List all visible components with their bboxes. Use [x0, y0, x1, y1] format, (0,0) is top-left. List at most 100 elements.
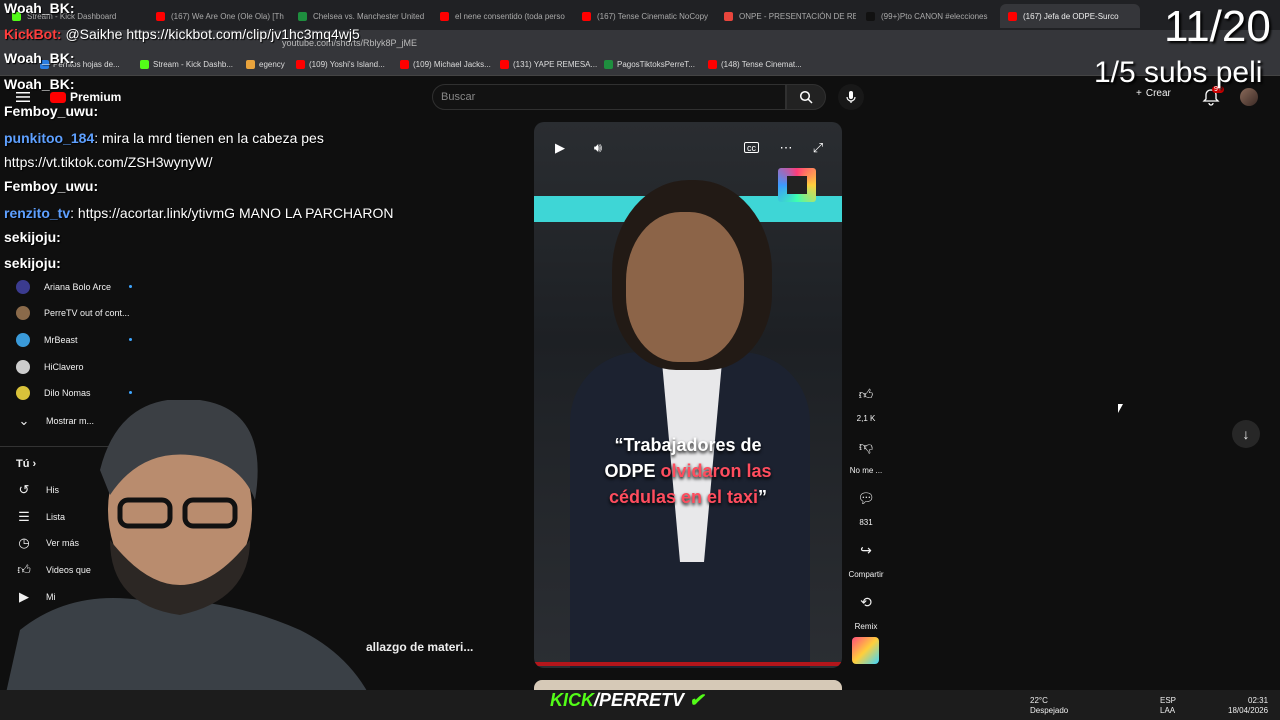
bookmark-item[interactable]: (148) Tense Cinemat...	[708, 60, 802, 69]
like-button[interactable]: 👍︎ 2,1 K	[846, 380, 886, 424]
channel-avatar	[16, 280, 30, 294]
sidebar-item-mrbeast[interactable]: MrBeast	[16, 333, 78, 347]
browser-tab[interactable]: (167) Tense Cinematic NoCopy	[574, 4, 714, 28]
language-indicator[interactable]: ESP LAA	[1160, 696, 1176, 716]
browser-tab[interactable]: (167) Jefa de ODPE-Surco	[1000, 4, 1140, 28]
browser-tab[interactable]: ONPE - PRESENTACIÓN DE RE	[716, 4, 856, 28]
voice-search-button[interactable]	[838, 84, 864, 110]
bookmark-item[interactable]: PagosTiktoksPerreT...	[604, 60, 695, 69]
bookmark-favicon	[246, 60, 255, 69]
video-progress-bar[interactable]	[534, 662, 842, 666]
comments-button[interactable]: 💬︎ 831	[846, 484, 886, 528]
channel-watermark	[778, 168, 816, 202]
audio-thumbnail[interactable]	[852, 637, 879, 664]
video-title-snippet[interactable]: allazgo de materi...	[366, 640, 473, 654]
bookmark-favicon	[296, 60, 305, 69]
kick-logo-text: KICK	[550, 690, 594, 710]
chat-message: Woah_BK:	[4, 0, 75, 16]
subs-goal-overlay: 1/5 subs peli	[1094, 56, 1263, 89]
video-person-face	[626, 212, 744, 362]
tab-favicon	[582, 11, 591, 21]
bookmark-item[interactable]: (109) Michael Jacks...	[400, 60, 491, 69]
channel-avatar	[16, 360, 30, 374]
chat-username: sekijoju:	[4, 229, 61, 245]
system-clock[interactable]: 02:31 18/04/2026	[1228, 696, 1268, 716]
chat-text: @Saikhe https://kickbot.com/clip/jv1hc3m…	[61, 26, 360, 42]
tab-favicon	[440, 11, 449, 21]
search-button[interactable]	[786, 84, 826, 110]
weather-status: Despejado	[1030, 706, 1069, 715]
bookmark-item[interactable]: (131) YAPE REMESA...	[500, 60, 597, 69]
tab-label: Chelsea vs. Manchester United	[313, 11, 425, 21]
arrow-down-icon: ↓	[1242, 426, 1250, 442]
chat-message: https://vt.tiktok.com/ZSH3wynyW/	[4, 154, 213, 170]
sidebar-item-ariana[interactable]: Ariana Bolo Arce	[16, 280, 111, 294]
sidebar-item-dilo-nomas[interactable]: Dilo Nomas	[16, 386, 91, 400]
bookmark-label: PagosTiktoksPerreT...	[617, 60, 695, 69]
chat-username: sekijoju:	[4, 255, 61, 271]
clock-time: 02:31	[1248, 696, 1269, 705]
captions-icon[interactable]: cc	[744, 142, 759, 153]
youtube-play-icon	[50, 91, 66, 103]
lang-code: ESP	[1160, 696, 1177, 705]
sidebar-item-label: Ariana Bolo Arce	[44, 282, 112, 292]
url-field[interactable]: youtube.com/shorts/Rblyk8P_jME	[282, 34, 982, 52]
bookmark-favicon	[604, 60, 613, 69]
caption-highlight: olvidaron las	[660, 461, 772, 481]
tab-favicon	[156, 11, 165, 21]
caption-line: “Trabajadores de	[614, 435, 762, 455]
bookmark-item[interactable]: (109) Yoshi's Island...	[296, 60, 385, 69]
chat-text: https://vt.tiktok.com/ZSH3wynyW/	[4, 154, 213, 170]
new-content-dot	[129, 338, 132, 341]
clock-date: 18/04/2026	[1228, 706, 1269, 715]
chat-text: : https://acortar.link/ytivmG MANO LA PA…	[70, 205, 394, 221]
tab-favicon	[866, 11, 875, 21]
dislike-button[interactable]: 👎︎ No me ...	[846, 432, 886, 476]
remix-button[interactable]: ⟲ Remix	[846, 588, 886, 632]
bookmark-item[interactable]: egency	[246, 60, 285, 69]
share-button[interactable]: ↪ Compartir	[846, 536, 886, 580]
chat-message: Femboy_uwu:	[4, 103, 98, 119]
weather-widget[interactable]: 22°C Despejado	[1030, 696, 1068, 716]
sidebar-item-label: HiClavero	[44, 362, 84, 372]
youtube-logo[interactable]: Premium	[50, 90, 121, 104]
sidebar-item-label: PerreTV out of cont...	[44, 308, 130, 318]
video-caption: “Trabajadores de ODPE olvidaron las cédu…	[564, 432, 812, 510]
next-video-button[interactable]: ↓	[1232, 420, 1260, 448]
chat-message: punkitoo_184: mira la mrd tienen en la c…	[4, 130, 324, 146]
channel-name: /PERRETV	[594, 690, 685, 710]
fullscreen-icon[interactable]: ⤢	[808, 138, 828, 158]
browser-tab[interactable]: Chelsea vs. Manchester United	[290, 4, 430, 28]
channel-avatar	[16, 386, 30, 400]
sidebar-item-hiclavero[interactable]: HiClavero	[16, 360, 84, 374]
bookmark-favicon	[500, 60, 509, 69]
shorts-video-player[interactable]: ▶ 🔊︎ cc ⋯ ⤢ “Trabajadores de ODPE olvida…	[534, 122, 842, 668]
browser-tab[interactable]: (99+)Pto CANON #elecciones	[858, 4, 998, 28]
chat-username: KickBot:	[4, 26, 62, 42]
sidebar-item-perretv[interactable]: PerreTV out of cont...	[16, 306, 130, 320]
tab-favicon	[724, 11, 733, 21]
menu-icon[interactable]	[16, 92, 30, 102]
bookmark-favicon	[708, 60, 717, 69]
channel-avatar	[16, 333, 30, 347]
browser-tab[interactable]: (167) We Are One (Ole Ola) [Th	[148, 4, 288, 28]
volume-icon[interactable]: 🔊︎	[588, 138, 608, 158]
play-icon[interactable]: ▶	[550, 138, 570, 158]
chat-message: Woah_BK:	[4, 50, 75, 66]
bookmark-favicon	[400, 60, 409, 69]
bookmark-item[interactable]: Stream - Kick Dashb...	[140, 60, 233, 69]
sidebar-item-label: Dilo Nomas	[44, 388, 91, 398]
tab-favicon	[1008, 11, 1017, 21]
browser-tab[interactable]: el nene consentido (toda perso	[432, 4, 572, 28]
search-input[interactable]: Buscar	[432, 84, 786, 110]
chat-text: : mira la mrd tienen en la cabeza pes	[94, 130, 324, 146]
channel-avatar	[16, 306, 30, 320]
more-options-icon[interactable]: ⋯	[776, 138, 796, 158]
chat-message: sekijoju:	[4, 229, 61, 245]
like-count: 2,1 K	[856, 414, 876, 423]
sidebar-item-label: MrBeast	[44, 335, 78, 345]
account-avatar[interactable]	[1240, 88, 1258, 106]
tab-label: ONPE - PRESENTACIÓN DE RE	[739, 11, 856, 21]
share-icon: ↪	[860, 541, 872, 558]
counter-overlay: 11/20	[1164, 2, 1271, 51]
